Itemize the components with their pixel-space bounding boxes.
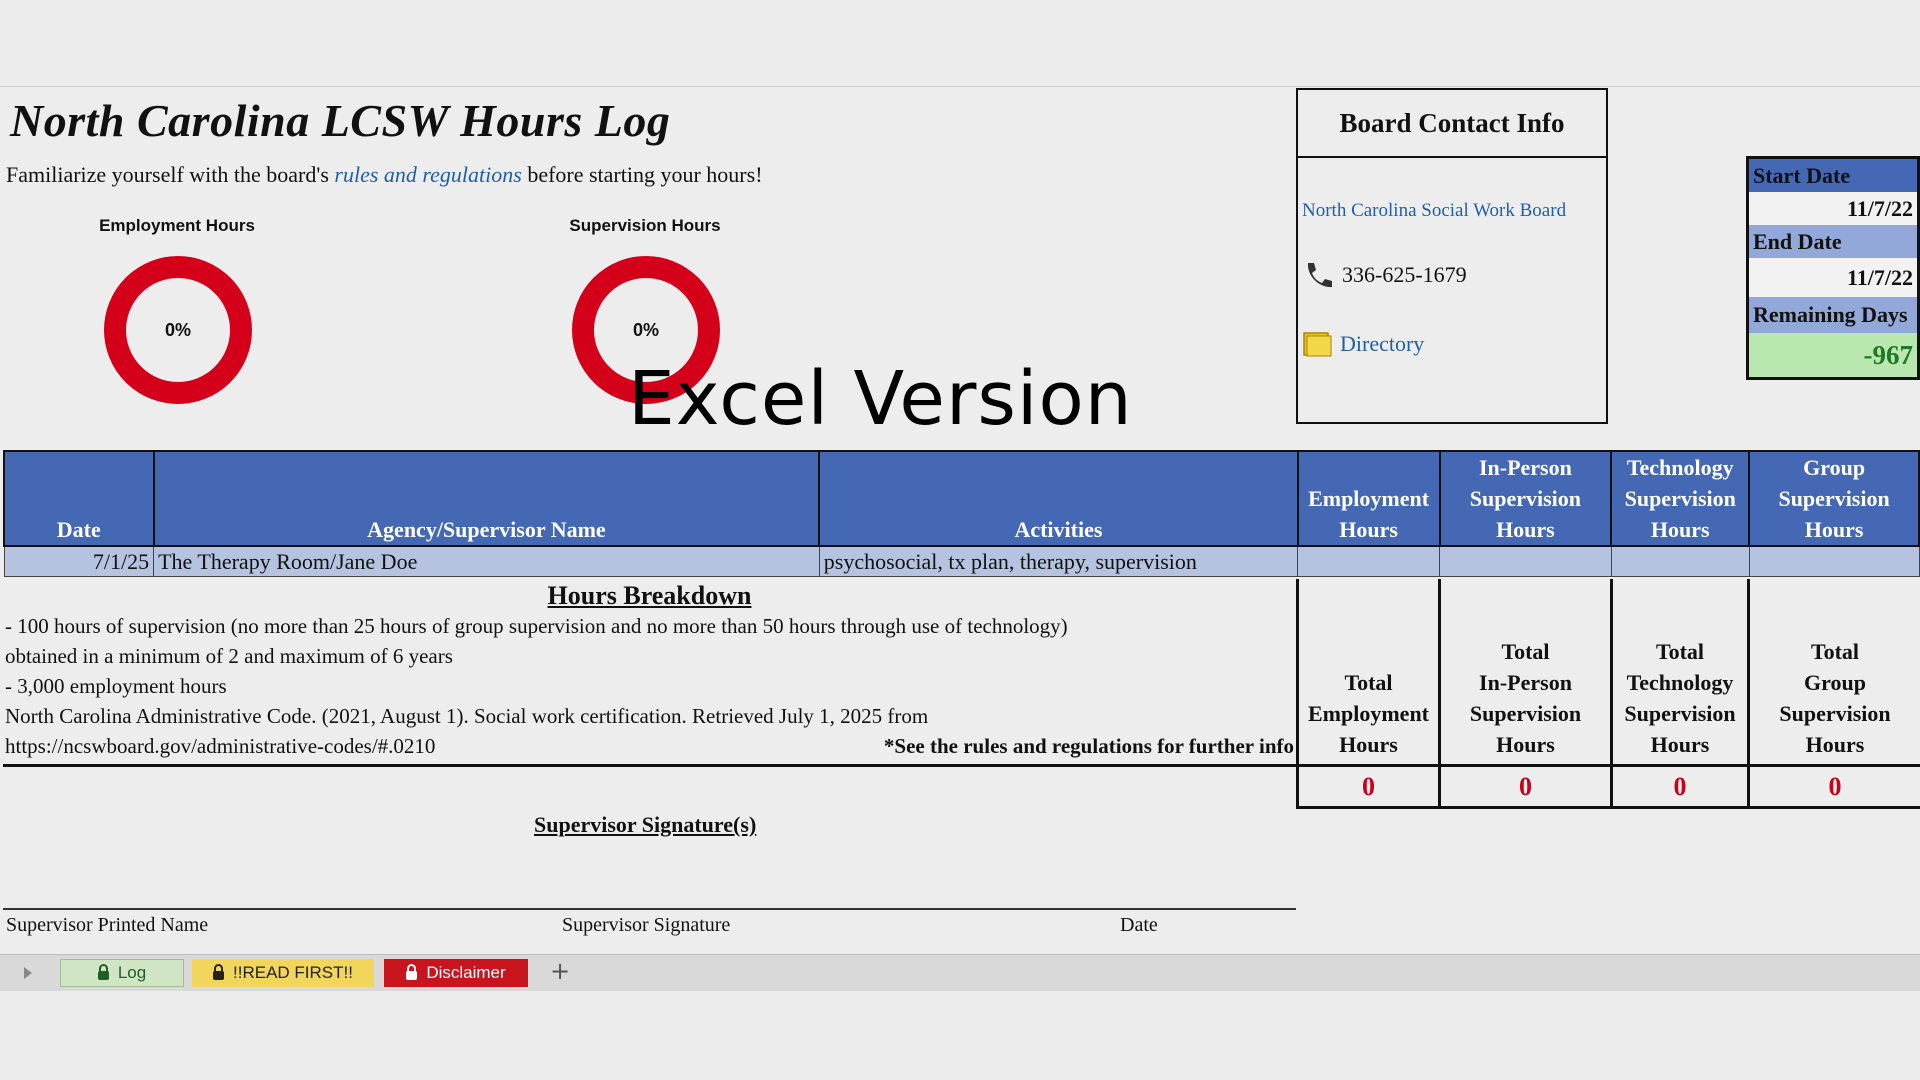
header-technology-hours: Technology Supervision Hours [1610,450,1751,547]
start-date-label: Start Date [1749,159,1917,192]
breakdown-line: - 100 hours of supervision (no more than… [5,614,1068,638]
table-row: 7/1/25 The Therapy Room/Jane Doe psychos… [3,545,1920,577]
row-in-person-hours[interactable] [1439,545,1612,577]
phone-number: 336-625-1679 [1342,262,1467,287]
total-group: Total Group Supervision Hours 0 [1747,579,1920,809]
supervision-gauge-value: 0% [632,319,659,340]
dates-box: Start Date 11/7/22 End Date 11/7/22 Rema… [1746,156,1920,380]
directory-row: Directory [1302,330,1606,358]
total-technology-value: 0 [1613,767,1747,809]
remaining-days-value: -967 [1749,333,1917,377]
header-group-hours: Group Supervision Hours [1748,450,1920,547]
tab-log[interactable]: Log [60,959,184,987]
breakdown-title: Hours Breakdown [547,581,752,610]
end-date-value[interactable]: 11/7/22 [1749,258,1917,297]
tab-read-first[interactable]: !!READ FIRST!! [192,959,374,987]
total-employment-value: 0 [1299,767,1438,809]
sheet-tab-bar: Log !!READ FIRST!! Disclaimer + [0,954,1920,991]
header-activities: Activities [818,450,1299,547]
row-technology-hours[interactable] [1610,545,1750,577]
add-sheet-button[interactable]: + [550,957,570,985]
total-technology: Total Technology Supervision Hours 0 [1610,579,1747,809]
intro-before: Familiarize yourself with the board's [6,162,335,187]
lock-icon [213,963,225,980]
breakdown-url: https://ncswboard.gov/administrative-cod… [5,734,436,758]
row-agency[interactable]: The Therapy Room/Jane Doe [153,545,820,577]
hours-log-table: Date Agency/Supervisor Name Activities E… [3,450,1920,577]
intro-after: before starting your hours! [521,162,763,187]
breakdown-line: North Carolina Administrative Code. (202… [5,704,929,728]
totals-area: Total Employment Hours 0 Total In-Person Sup… [1296,579,1920,809]
breakdown-line: obtained in a minimum of 2 and maximum o… [5,644,453,668]
breakdown-note: *See the rules and regulations for furth… [883,734,1294,758]
row-date[interactable]: 7/1/25 [3,545,155,577]
rules-link[interactable]: rules and regulations [334,162,521,187]
header-date: Date [3,450,155,547]
intro-text: Familiarize yourself with the board's ru… [6,162,763,188]
total-employment: Total Employment Hours 0 [1296,579,1438,809]
row-group-hours[interactable] [1748,545,1920,577]
excel-version-watermark: Excel Version [628,356,1133,442]
directory-link[interactable]: Directory [1340,331,1424,357]
header-in-person-hours: In-Person Supervision Hours [1438,450,1613,547]
end-date-label: End Date [1749,225,1917,258]
tab-disclaimer[interactable]: Disclaimer [384,959,528,987]
total-group-value: 0 [1750,767,1920,809]
hours-breakdown: Hours Breakdown - 100 hours of supervisi… [3,579,1296,767]
phone-icon [1307,263,1332,288]
printed-name-label: Supervisor Printed Name [6,914,209,936]
remaining-days-label: Remaining Days [1749,297,1917,333]
total-in-person-value: 0 [1441,767,1610,809]
lock-icon [406,963,418,980]
lock-icon [97,963,109,980]
supervision-gauge-label: Supervision Hours [569,216,721,235]
employment-gauge-value: 0% [164,319,191,340]
employment-gauge-label: Employment Hours [99,216,255,235]
scroll-right-icon[interactable] [22,965,34,981]
signature-title: Supervisor Signature(s) [534,812,757,837]
employment-gauge: 0% [104,256,252,404]
board-contact-box: Board Contact Info North Carolina Social… [1296,88,1608,424]
total-in-person: Total In-Person Supervision Hours 0 [1438,579,1610,809]
start-date-value[interactable]: 11/7/22 [1749,192,1917,225]
header-employment-hours: Employment Hours [1296,450,1441,547]
row-employment-hours[interactable] [1297,545,1441,577]
breakdown-line: - 3,000 employment hours [5,674,227,698]
folder-icon [1303,332,1332,357]
board-contact-title: Board Contact Info [1298,90,1606,158]
row-activities[interactable]: psychosocial, tx plan, therapy, supervis… [818,545,1299,577]
header-agency: Agency/Supervisor Name [152,450,821,547]
breakdown-line: https://ncswboard.gov/administrative-cod… [3,731,1296,761]
signature-line [3,908,1296,910]
signature-label: Supervisor Signature [562,914,731,936]
signature-date-label: Date [1120,914,1158,936]
sheet-title: North Carolina LCSW Hours Log [10,95,671,146]
phone-row: 336-625-1679 [1302,260,1606,290]
social-work-board-link[interactable]: North Carolina Social Work Board [1302,200,1566,221]
